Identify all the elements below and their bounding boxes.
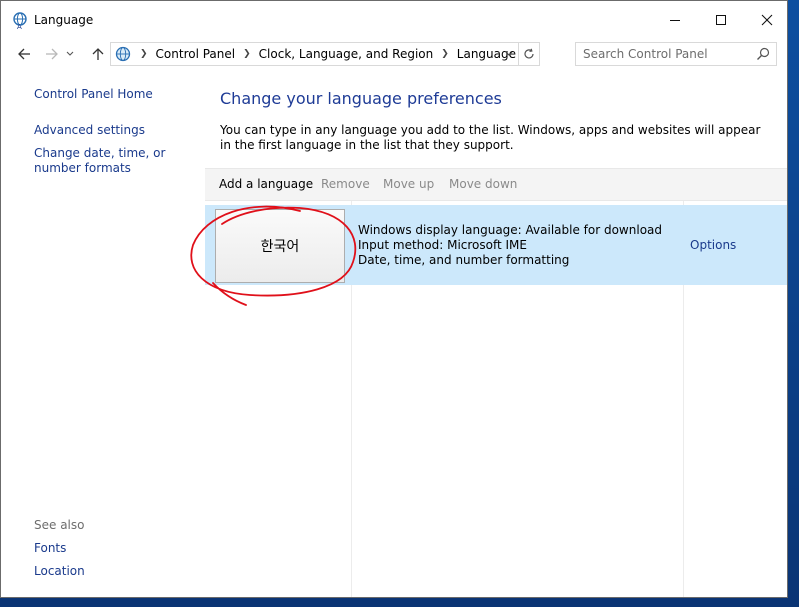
minimize-button[interactable] — [652, 1, 698, 39]
window-title: Language — [34, 13, 94, 27]
formatting-status: Date, time, and number formatting — [358, 253, 570, 267]
language-toolbar: Add a language Remove Move up Move down — [205, 168, 787, 201]
close-icon — [761, 14, 773, 26]
language-details: Windows display language: Available for … — [358, 223, 662, 268]
fonts-link[interactable]: Fonts — [34, 541, 66, 556]
input-method-status: Input method: Microsoft IME — [358, 238, 527, 252]
breadcrumb-separator-icon: ❯ — [441, 49, 449, 59]
page-description: You can type in any language you add to … — [220, 123, 761, 152]
up-button[interactable] — [87, 43, 109, 65]
breadcrumb-clock-language-region[interactable]: Clock, Language, and Region — [259, 47, 434, 61]
remove-button[interactable]: Remove — [321, 177, 370, 191]
search-input[interactable] — [576, 43, 754, 65]
advanced-settings-link[interactable]: Advanced settings — [34, 123, 145, 138]
language-row[interactable]: 한국어 Windows display language: Available … — [205, 205, 787, 285]
search-icon[interactable] — [756, 47, 770, 61]
address-dropdown-button[interactable] — [500, 43, 518, 65]
back-button[interactable] — [13, 43, 35, 65]
up-arrow-icon — [92, 48, 104, 60]
add-language-button[interactable]: Add a language — [219, 177, 313, 191]
see-also-label: See also — [34, 518, 85, 532]
change-date-formats-link[interactable]: Change date, time, or number formats — [34, 146, 199, 176]
maximize-icon — [716, 15, 726, 25]
control-panel-icon — [115, 46, 131, 62]
move-up-button[interactable]: Move up — [383, 177, 434, 191]
back-arrow-icon — [18, 48, 30, 60]
display-language-status: Windows display language: Available for … — [358, 223, 663, 237]
page-title: Change your language preferences — [220, 89, 502, 108]
chevron-down-icon — [505, 51, 513, 56]
chevron-down-icon — [66, 51, 74, 56]
maximize-button[interactable] — [698, 1, 744, 39]
minimize-icon — [670, 19, 680, 21]
address-bar[interactable]: ❯ Control Panel ❯ Clock, Language, and R… — [110, 42, 540, 66]
language-globe-icon: A — [13, 12, 27, 30]
control-panel-home-link[interactable]: Control Panel Home — [34, 87, 153, 102]
left-pane: Control Panel Home Advanced settings Cha… — [1, 69, 206, 597]
options-link[interactable]: Options — [690, 238, 736, 252]
navigation-row: ❯ Control Panel ❯ Clock, Language, and R… — [1, 39, 787, 69]
breadcrumb-separator-icon: ❯ — [243, 49, 251, 59]
location-link[interactable]: Location — [34, 564, 85, 579]
move-down-button[interactable]: Move down — [449, 177, 517, 191]
breadcrumb-separator-icon: ❯ — [140, 49, 148, 59]
language-list: 한국어 Windows display language: Available … — [205, 201, 787, 597]
language-tile-korean[interactable]: 한국어 — [215, 209, 345, 283]
refresh-icon — [524, 48, 534, 59]
forward-button[interactable] — [41, 43, 63, 65]
forward-arrow-icon — [46, 48, 58, 60]
breadcrumb-control-panel[interactable]: Control Panel — [156, 47, 236, 61]
search-box[interactable] — [575, 42, 777, 66]
svg-text:A: A — [17, 23, 22, 30]
title-bar: A Language — [1, 1, 787, 39]
close-button[interactable] — [744, 1, 787, 39]
recent-locations-button[interactable] — [64, 43, 76, 65]
language-window: A Language ❯ Control Panel ❯ Clock, Lang… — [0, 0, 788, 598]
refresh-button[interactable] — [518, 43, 539, 65]
